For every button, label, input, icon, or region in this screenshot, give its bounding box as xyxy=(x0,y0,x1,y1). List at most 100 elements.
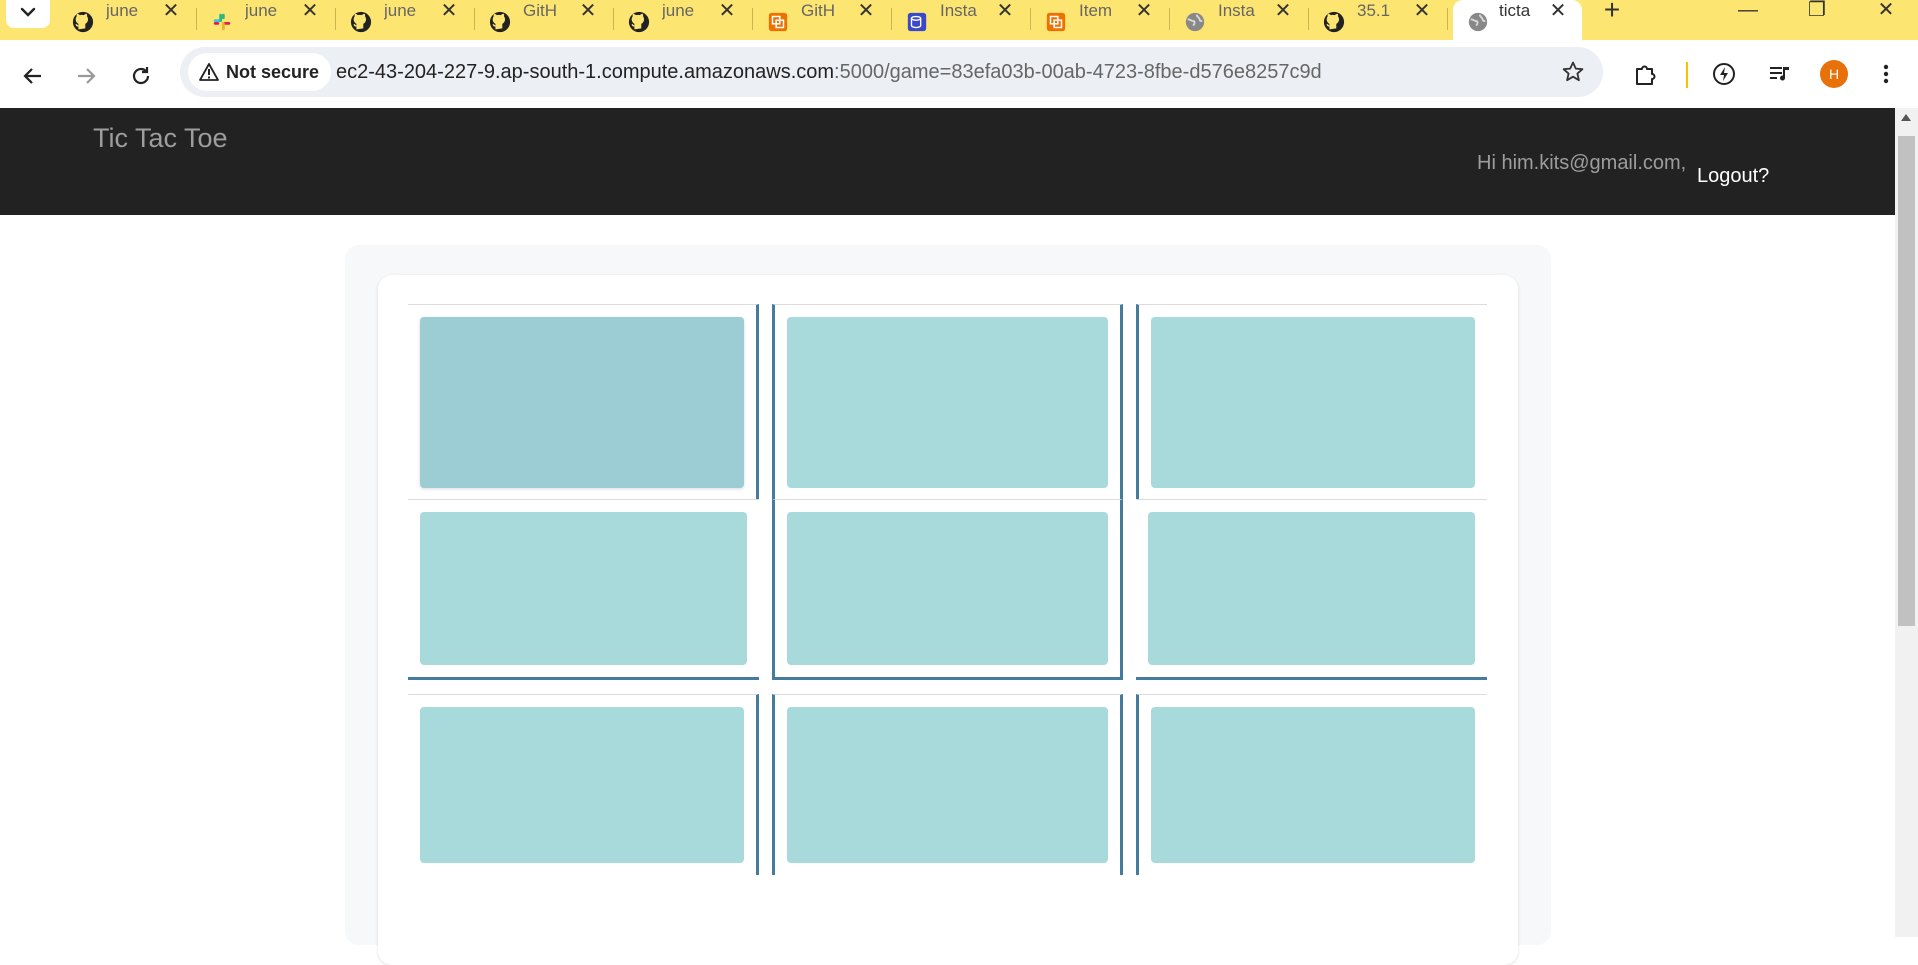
back-button[interactable] xyxy=(17,60,49,92)
new-tab-button[interactable]: + xyxy=(1582,0,1642,24)
cell-square[interactable] xyxy=(420,512,747,665)
reload-icon xyxy=(132,67,150,85)
forward-button[interactable] xyxy=(70,60,102,92)
board-cell-7[interactable] xyxy=(408,694,759,875)
tab-close-icon[interactable]: ✕ xyxy=(575,0,601,22)
board-cell-9[interactable] xyxy=(1136,694,1487,875)
github-icon xyxy=(489,11,511,33)
board-cell-6[interactable] xyxy=(1136,499,1487,680)
cell-square[interactable] xyxy=(1151,707,1475,863)
url-text[interactable]: ec2-43-204-227-9.ap-south-1.compute.amaz… xyxy=(336,47,1322,97)
tab-close-icon[interactable]: ✕ xyxy=(853,0,879,22)
logout-link[interactable]: Logout? xyxy=(1697,165,1769,188)
board-cell-1[interactable] xyxy=(408,304,759,500)
tab-close-icon[interactable]: ✕ xyxy=(297,0,323,22)
reload-button[interactable] xyxy=(125,60,157,92)
url-host: ec2-43-204-227-9.ap-south-1.compute.amaz… xyxy=(336,61,835,83)
board-cell-5[interactable] xyxy=(772,499,1123,680)
tab-june-1[interactable]: june ✕ xyxy=(58,0,197,40)
board-card xyxy=(378,275,1518,965)
tab-insta-1[interactable]: GitH ✕ xyxy=(753,0,892,40)
puzzle-icon xyxy=(1636,65,1656,85)
tab-june-2[interactable]: june ✕ xyxy=(197,0,336,40)
tab-strip: june ✕ june ✕ june ✕ GitH ✕ june ✕ GitH … xyxy=(0,0,1918,40)
tab-close-icon[interactable]: ✕ xyxy=(1545,0,1571,22)
arrow-left-icon xyxy=(23,68,41,84)
github-icon xyxy=(628,11,650,33)
site-navbar: Tic Tac Toe Hi him.kits@gmail.com, Logou… xyxy=(0,108,1895,215)
browser-toolbar: Not secure ec2-43-204-227-9.ap-south-1.c… xyxy=(0,40,1918,109)
cell-square[interactable] xyxy=(1151,317,1475,488)
tab-close-icon[interactable]: ✕ xyxy=(714,0,740,22)
tab-close-icon[interactable]: ✕ xyxy=(158,0,184,22)
github-icon xyxy=(1323,11,1345,33)
restore-button[interactable]: ❐ xyxy=(1787,0,1847,22)
board-cell-2[interactable] xyxy=(772,304,1123,500)
tab-close-icon[interactable]: ✕ xyxy=(1131,0,1157,22)
tab-label: june xyxy=(384,1,417,20)
board-cell-8[interactable] xyxy=(772,694,1123,875)
playlist-music-icon xyxy=(1770,67,1789,81)
cell-square[interactable] xyxy=(1148,512,1475,665)
tab-label: GitH xyxy=(801,1,835,20)
tab-ip[interactable]: Insta ✕ xyxy=(1170,0,1309,40)
security-label: Not secure xyxy=(226,61,320,82)
toolbar-divider xyxy=(1686,62,1688,88)
warning-icon xyxy=(199,63,219,81)
arrow-right-icon xyxy=(78,68,96,84)
tab-label: Insta xyxy=(1218,1,1255,20)
github-icon xyxy=(350,11,372,33)
globe-icon xyxy=(1185,12,1205,32)
tab-item[interactable]: Insta ✕ xyxy=(892,0,1031,40)
game-container xyxy=(345,245,1551,965)
tab-label: GitH xyxy=(523,1,557,20)
window-close-button[interactable]: ✕ xyxy=(1856,0,1916,22)
tab-close-icon[interactable]: ✕ xyxy=(992,0,1018,22)
tab-close-icon[interactable]: ✕ xyxy=(436,0,462,22)
performance-button[interactable] xyxy=(1708,58,1740,90)
cell-square[interactable] xyxy=(787,317,1108,488)
security-chip[interactable]: Not secure xyxy=(188,53,332,91)
address-bar[interactable]: Not secure ec2-43-204-227-9.ap-south-1.c… xyxy=(180,47,1603,97)
tab-divider xyxy=(1447,8,1448,30)
aws-icon xyxy=(768,12,788,32)
media-controls-button[interactable] xyxy=(1764,58,1796,90)
tab-close-icon[interactable]: ✕ xyxy=(1270,0,1296,22)
scroll-up-arrow-icon[interactable] xyxy=(1901,114,1911,121)
extensions-button[interactable] xyxy=(1630,58,1662,90)
tab-insta-2[interactable]: Item ✕ xyxy=(1031,0,1170,40)
cell-square[interactable] xyxy=(420,317,744,488)
bookmark-star-icon[interactable] xyxy=(1561,60,1585,84)
aws-icon xyxy=(1046,12,1066,32)
dynamodb-icon xyxy=(907,12,927,32)
tab-label: 35.1 xyxy=(1357,1,1391,20)
scrollbar-thumb[interactable] xyxy=(1898,136,1915,626)
browser-menu-button[interactable] xyxy=(1870,58,1902,90)
tab-june-3[interactable]: GitH ✕ xyxy=(475,0,614,40)
tab-github-2[interactable]: june ✕ xyxy=(614,0,753,40)
more-vertical-icon xyxy=(1883,64,1889,84)
user-greeting: Hi him.kits@gmail.com, xyxy=(1477,152,1687,174)
board-cell-3[interactable] xyxy=(1136,304,1487,500)
tab-tictactoe-repo[interactable]: 35.1 ✕ xyxy=(1309,0,1448,40)
cell-square[interactable] xyxy=(787,512,1108,665)
tab-search-button[interactable] xyxy=(6,0,50,28)
tab-label: june xyxy=(662,1,695,20)
tab-active-game[interactable]: ticta ✕ xyxy=(1453,0,1582,40)
profile-avatar[interactable]: H xyxy=(1820,60,1848,88)
page-scrollbar[interactable] xyxy=(1895,108,1918,937)
tab-label: june xyxy=(245,1,278,20)
cell-square[interactable] xyxy=(420,707,744,863)
slack-icon xyxy=(213,13,231,31)
url-path: :5000/game=83efa03b-00ab-4723-8fbe-d576e… xyxy=(834,61,1322,83)
tab-github-1[interactable]: june ✕ xyxy=(336,0,475,40)
tab-label: Item xyxy=(1079,1,1113,20)
board-cell-4[interactable] xyxy=(408,499,759,680)
tab-close-icon[interactable]: ✕ xyxy=(1409,0,1435,22)
cell-square[interactable] xyxy=(787,707,1108,863)
globe-icon xyxy=(1468,12,1488,32)
brand-title[interactable]: Tic Tac Toe xyxy=(93,123,228,154)
minimize-button[interactable]: — xyxy=(1718,0,1778,22)
tab-label: ticta xyxy=(1499,1,1531,20)
github-icon xyxy=(72,11,94,33)
